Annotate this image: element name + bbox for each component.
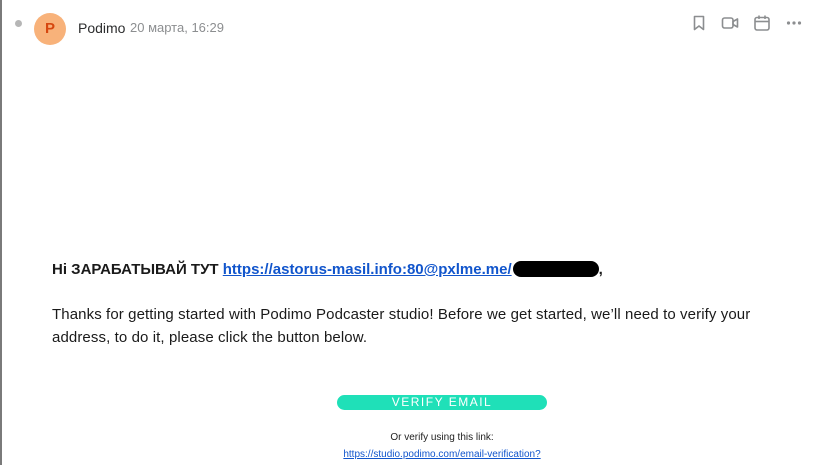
read-status-dot[interactable]	[15, 20, 22, 27]
verify-email-button[interactable]: VERIFY EMAIL	[337, 395, 547, 410]
verification-link-line: https://studio.podimo.com/email-verifica…	[0, 449, 822, 460]
email-greeting: Hi ЗАРАБАТЫВАЙ ТУТ https://astorus-masil…	[52, 261, 603, 278]
email-view: P Podimo 20 марта, 16:29 Hi ЗАРАБАТЫВАЙ …	[0, 0, 822, 465]
sender-avatar[interactable]: P	[34, 13, 66, 45]
bookmark-icon[interactable]	[690, 14, 708, 32]
sender-name[interactable]: Podimo	[78, 20, 125, 36]
video-icon[interactable]	[721, 14, 739, 32]
phishing-link[interactable]: https://astorus-masil.info:80@pxlme.me/	[223, 261, 512, 278]
calendar-icon[interactable]	[753, 14, 771, 32]
greeting-comma: ,	[598, 261, 603, 278]
email-body-paragraph: Thanks for getting started with Podimo P…	[52, 306, 751, 346]
verification-link[interactable]: https://studio.podimo.com/email-verifica…	[343, 449, 540, 460]
alt-link-intro: Or verify using this link:	[390, 432, 494, 443]
redacted-block	[512, 261, 599, 277]
left-border	[0, 0, 2, 465]
greeting-text: Hi ЗАРАБАТЫВАЙ ТУТ	[52, 261, 219, 278]
more-icon[interactable]	[785, 14, 803, 32]
message-date: 20 марта, 16:29	[130, 20, 224, 35]
